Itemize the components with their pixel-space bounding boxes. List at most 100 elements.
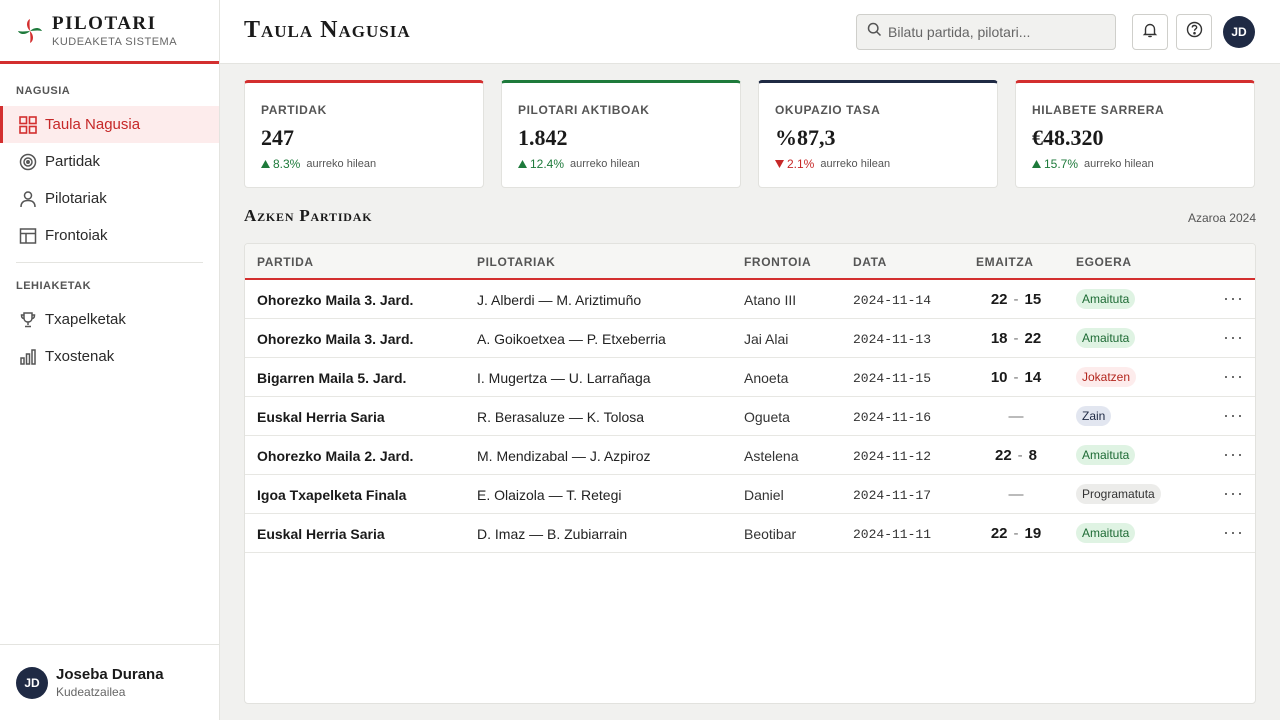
delta-note: aurreko hilean xyxy=(820,158,891,170)
match-score: — xyxy=(966,486,1066,503)
section-title: Azken Partidak xyxy=(244,206,373,225)
more-options-icon[interactable]: ··· xyxy=(1223,522,1244,543)
page-title: Taula Nagusia xyxy=(244,17,411,43)
stat-card-active-players: PILOTARI AKTIBOAK 1.842 12.4% aurreko hi… xyxy=(501,80,741,188)
sidebar: PILOTARI KUDEAKETA SISTEMA NAGUSIA Taula… xyxy=(0,0,220,720)
status-badge: Zain xyxy=(1076,406,1112,426)
sidebar-item-label: Partidak xyxy=(45,153,101,170)
more-options-icon[interactable]: ··· xyxy=(1223,405,1244,426)
nav-section-main: NAGUSIA Taula Nagusia Partidak Pilotaria… xyxy=(0,84,219,263)
search-icon xyxy=(867,22,882,42)
match-venue: Daniel xyxy=(744,487,784,503)
match-venue: Anoeta xyxy=(744,370,789,386)
table-row[interactable]: Bigarren Maila 5. Jard. I. Mugertza — U. … xyxy=(245,358,1255,397)
match-players: I. Mugertza — U. Larrañaga xyxy=(477,370,651,386)
match-players: A. Goikoetxea — P. Etxeberria xyxy=(477,331,666,347)
no-score: — xyxy=(1008,486,1024,503)
table-row[interactable]: Ohorezko Maila 2. Jard. M. Mendizabal — J… xyxy=(245,436,1255,475)
help-circle-icon xyxy=(1186,21,1203,43)
more-options-icon[interactable]: ··· xyxy=(1223,288,1244,309)
status-cell: Jokatzen xyxy=(1076,367,1137,387)
match-date: 2024-11-16 xyxy=(853,410,932,425)
avatar: JD xyxy=(16,666,48,699)
stat-delta: 8.3% aurreko hilean xyxy=(261,157,467,171)
table-row[interactable]: Euskal Herria Saria D. Imaz — B. Zubiarra… xyxy=(245,514,1255,553)
match-name: Euskal Herria Saria xyxy=(257,526,385,542)
status-cell: Amaituta xyxy=(1076,328,1136,348)
column-header[interactable]: PARTIDA xyxy=(257,255,314,269)
match-score: 22-19 xyxy=(966,525,1066,542)
status-cell: Amaituta xyxy=(1076,289,1136,309)
score-away: 8 xyxy=(1028,447,1038,464)
sidebar-item-label: Txostenak xyxy=(45,348,115,365)
delta-value: 15.7% xyxy=(1044,157,1079,171)
match-name: Bigarren Maila 5. Jard. xyxy=(257,370,407,386)
sidebar-item-dashboard[interactable]: Taula Nagusia xyxy=(0,106,219,143)
current-user[interactable]: JD Joseba Durana Kudeatzailea xyxy=(0,644,219,720)
status-badge: Amaituta xyxy=(1076,289,1136,309)
status-badge: Amaituta xyxy=(1076,523,1136,543)
match-score: — xyxy=(966,408,1066,425)
stat-value: 1.842 xyxy=(518,125,568,150)
sidebar-item-championships[interactable]: Txapelketak xyxy=(0,301,219,338)
dashboard-grid-icon xyxy=(19,115,37,134)
match-name: Ohorezko Maila 2. Jard. xyxy=(257,448,414,464)
match-venue: Atano III xyxy=(744,292,797,308)
trend-up-icon xyxy=(261,157,270,171)
score-separator: - xyxy=(1013,369,1019,386)
match-score: 22-8 xyxy=(966,447,1066,464)
sidebar-item-frontons[interactable]: Frontoiak xyxy=(0,217,219,254)
nav-section-competitions: LEHIAKETAK Txapelketak Txostenak xyxy=(0,279,219,375)
notifications-button[interactable] xyxy=(1132,14,1168,50)
status-cell: Amaituta xyxy=(1076,523,1136,543)
column-header[interactable]: PILOTARIAK xyxy=(477,255,555,269)
top-header: Taula Nagusia JD xyxy=(220,0,1280,64)
match-players: M. Mendizabal — J. Azpiroz xyxy=(477,448,651,464)
delta-value: 8.3% xyxy=(273,157,301,171)
score-home: 10 xyxy=(990,369,1008,386)
trophy-icon xyxy=(19,311,37,329)
delta-note: aurreko hilean xyxy=(306,158,377,170)
more-options-icon[interactable]: ··· xyxy=(1223,327,1244,348)
status-badge: Programatuta xyxy=(1076,484,1161,504)
table-row[interactable]: Ohorezko Maila 3. Jard. J. Alberdi — M. A… xyxy=(245,280,1255,319)
score-home: 18 xyxy=(990,330,1008,347)
brand-subtitle: KUDEAKETA SISTEMA xyxy=(52,35,178,48)
column-header[interactable]: FRONTOIA xyxy=(744,255,811,269)
more-options-icon[interactable]: ··· xyxy=(1223,483,1244,504)
column-header[interactable]: EMAITZA xyxy=(976,255,1034,269)
stat-label: HILABETE SARRERA xyxy=(1032,103,1165,117)
table-row[interactable]: Igoa Txapelketa Finala E. Olaizola — T. R… xyxy=(245,475,1255,514)
match-date: 2024-11-15 xyxy=(853,371,932,386)
nav-section-title: LEHIAKETAK xyxy=(16,280,92,292)
stat-label: OKUPAZIO TASA xyxy=(775,103,881,117)
stat-card-matches: PARTIDAK 247 8.3% aurreko hilean xyxy=(244,80,484,188)
score-home: 22 xyxy=(990,291,1008,308)
sidebar-item-reports[interactable]: Txostenak xyxy=(0,338,219,375)
more-options-icon[interactable]: ··· xyxy=(1223,444,1244,465)
user-role: Kudeatzailea xyxy=(56,685,126,699)
score-separator: - xyxy=(1017,447,1023,464)
match-name: Euskal Herria Saria xyxy=(257,409,385,425)
more-options-icon[interactable]: ··· xyxy=(1223,366,1244,387)
stat-delta: 12.4% aurreko hilean xyxy=(518,157,724,171)
table-row[interactable]: Euskal Herria Saria R. Berasaluze — K. To… xyxy=(245,397,1255,436)
column-header[interactable]: DATA xyxy=(853,255,887,269)
status-badge: Jokatzen xyxy=(1076,367,1137,387)
match-venue: Jai Alai xyxy=(744,331,789,347)
search-input[interactable] xyxy=(888,24,1108,40)
sidebar-item-players[interactable]: Pilotariak xyxy=(0,180,219,217)
delta-note: aurreko hilean xyxy=(570,158,640,170)
stat-value: 247 xyxy=(261,125,294,150)
header-avatar[interactable]: JD xyxy=(1223,16,1255,48)
table-row[interactable]: Ohorezko Maila 3. Jard. A. Goikoetxea — P… xyxy=(245,319,1255,358)
match-score: 22-15 xyxy=(966,291,1066,308)
sidebar-item-matches[interactable]: Partidak xyxy=(0,143,219,180)
column-header[interactable]: EGOERA xyxy=(1076,255,1132,269)
match-players: E. Olaizola — T. Retegi xyxy=(477,487,622,503)
score-home: 22 xyxy=(990,525,1008,542)
score-away: 15 xyxy=(1024,291,1042,308)
help-button[interactable] xyxy=(1176,14,1212,50)
score-separator: - xyxy=(1013,291,1019,308)
search-box[interactable] xyxy=(856,14,1116,50)
